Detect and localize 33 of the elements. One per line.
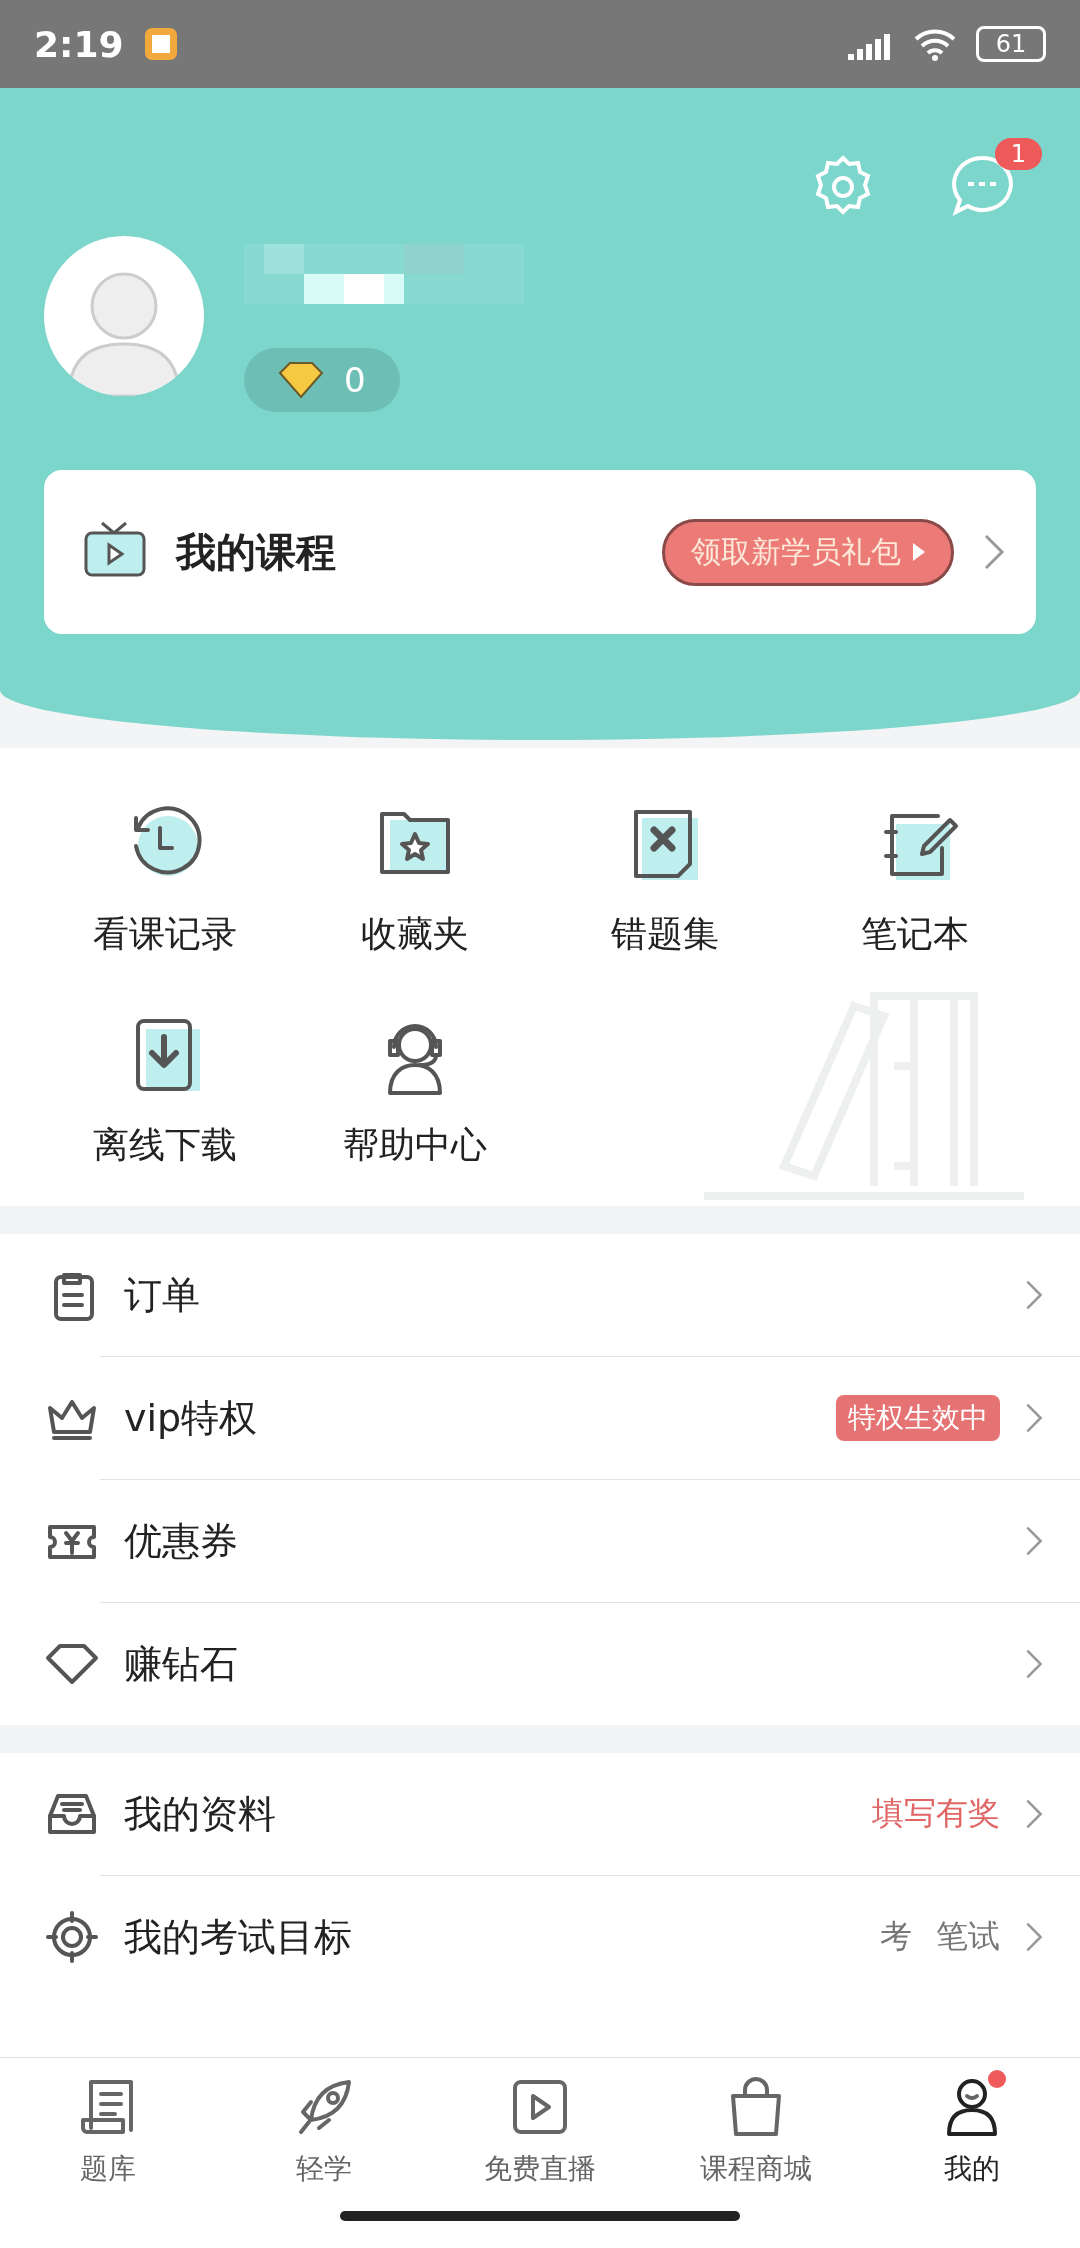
menu-item-label[interactable]: 我的资料: [124, 1788, 848, 1840]
message-badge: 1: [994, 138, 1042, 170]
shortcut-label[interactable]: 错题集: [611, 910, 719, 959]
shortcut-label[interactable]: 看课记录: [93, 910, 237, 959]
menu-item-label[interactable]: 优惠券: [124, 1515, 1000, 1567]
wifi-icon: [914, 27, 956, 61]
menu-item-label[interactable]: 我的考试目标: [124, 1911, 856, 1963]
shortcut-label[interactable]: 离线下载: [93, 1121, 237, 1170]
shortcut-label[interactable]: 收藏夹: [361, 910, 469, 959]
menu-item-label[interactable]: 订单: [124, 1269, 1000, 1321]
card-title: 我的课程: [176, 527, 336, 577]
menu-item-label[interactable]: 赚钻石: [124, 1638, 1000, 1690]
status-time: 2:19: [34, 23, 124, 65]
shortcut-label[interactable]: 笔记本: [861, 910, 969, 959]
menu-note: 填写有奖: [872, 1793, 1000, 1834]
menu-note: 笔试: [936, 1916, 1000, 1957]
tab[interactable]: 我的: [864, 2058, 1080, 2189]
target-icon: [44, 1909, 100, 1965]
diamond-count: 0: [344, 360, 366, 400]
tab[interactable]: 免费直播: [432, 2058, 648, 2189]
menu-note: 考: [880, 1916, 912, 1957]
battery-level: 61: [976, 26, 1046, 62]
menu-item-label[interactable]: vip特权: [124, 1392, 812, 1444]
shortcut-label[interactable]: 帮助中心: [343, 1121, 487, 1170]
play-triangle-icon: [913, 543, 925, 561]
diamond-icon: [278, 361, 324, 399]
app-notification-icon: [143, 27, 178, 61]
chevron-right-icon: [982, 532, 1006, 572]
tab[interactable]: 题库: [0, 2058, 216, 2189]
my-courses-card[interactable]: 我的课程 领取新学员礼包: [44, 470, 1036, 634]
tab[interactable]: 课程商城: [648, 2058, 864, 2189]
tab[interactable]: 轻学: [216, 2058, 432, 2189]
status-tag: 特权生效中: [836, 1395, 1000, 1441]
